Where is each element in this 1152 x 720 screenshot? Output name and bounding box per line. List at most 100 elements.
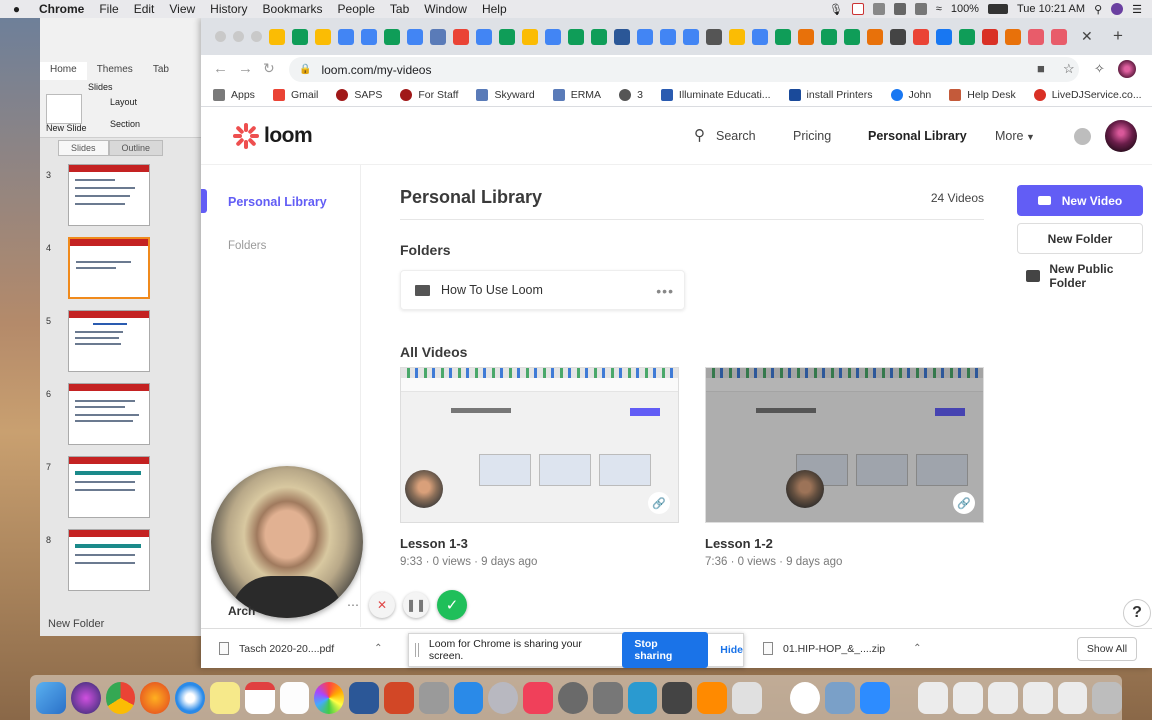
chrome-dock-icon[interactable] [105, 681, 136, 714]
ppt-tab-themes[interactable]: Themes [87, 62, 143, 80]
profile-avatar[interactable] [1105, 120, 1137, 152]
preview-icon[interactable] [627, 681, 658, 714]
pinned-tab-favicon[interactable] [844, 29, 860, 45]
help-button[interactable]: ? [1123, 599, 1151, 627]
pinned-tab-favicon[interactable] [292, 29, 308, 45]
image-capture-icon[interactable] [825, 681, 855, 714]
music-icon[interactable] [523, 681, 553, 714]
pinned-tab-favicon[interactable] [453, 29, 469, 45]
chevron-down-icon[interactable]: ▼ [1026, 132, 1035, 142]
spotlight-search-icon[interactable]: ⚲ [1094, 3, 1102, 16]
sidebar-item-folders[interactable]: Folders [228, 240, 266, 252]
vlc-icon[interactable] [697, 681, 727, 714]
video-card[interactable]: 🔗 Lesson 1-2 7:36 · 0 views · 9 days ago [705, 367, 984, 568]
ppt-tab-home[interactable]: Home [40, 62, 87, 80]
video-title[interactable]: Lesson 1-2 [705, 536, 984, 551]
ppt-pane-tab-outline[interactable]: Outline [108, 140, 164, 156]
nav-search[interactable]: Search [716, 129, 756, 143]
new-tab-plus-icon[interactable]: + [1113, 26, 1123, 46]
screen-icon[interactable] [914, 3, 927, 15]
ppt-slide-thumbnail[interactable] [68, 383, 150, 445]
pinned-tab-favicon[interactable] [476, 29, 492, 45]
ppt-slide-item[interactable]: 7 [46, 456, 176, 529]
pinned-tab-favicon[interactable] [338, 29, 354, 45]
tab-close-icon[interactable]: ✕ [1081, 28, 1093, 45]
pinned-tab-favicon[interactable] [821, 29, 837, 45]
new-folder-button[interactable]: New Folder [1017, 223, 1143, 254]
menu-people[interactable]: People [338, 2, 375, 16]
bookmark-gmail[interactable]: Gmail [272, 89, 318, 101]
pinned-tab-favicon[interactable] [867, 29, 883, 45]
ppt-slide-thumbnail[interactable] [68, 456, 150, 518]
notes-icon[interactable] [209, 681, 240, 714]
menu-bookmarks[interactable]: Bookmarks [263, 2, 323, 16]
menu-help[interactable]: Help [482, 2, 507, 16]
pinned-tab-favicon[interactable] [729, 29, 745, 45]
system-preferences-icon[interactable] [557, 681, 588, 714]
ppt-new-slide-button[interactable] [46, 94, 82, 124]
powerpoint-icon[interactable] [383, 681, 414, 714]
utility-icon[interactable] [418, 681, 449, 714]
forward-arrow-icon[interactable]: → [238, 60, 253, 77]
ppt-slide-item[interactable]: 6 [46, 383, 176, 456]
bookmark-saps[interactable]: SAPS [336, 89, 382, 101]
stop-sharing-button[interactable]: Stop sharing [622, 632, 709, 668]
pinned-tab-favicon[interactable] [890, 29, 906, 45]
photos-icon[interactable] [314, 681, 345, 714]
address-bar[interactable]: 🔒 loom.com/my-videos [289, 57, 1079, 82]
nav-more[interactable]: More [995, 129, 1023, 143]
bookmark-erma[interactable]: ERMA [552, 89, 601, 101]
siri-dock-icon[interactable] [70, 681, 101, 714]
recent-file-icon[interactable] [953, 681, 983, 714]
pinned-tab-favicon[interactable] [269, 29, 285, 45]
copy-link-icon[interactable]: 🔗 [953, 492, 975, 514]
pinned-tab-favicon[interactable] [798, 29, 814, 45]
bookmark-3[interactable]: 3 [619, 89, 643, 101]
profile-avatar-small[interactable] [1118, 60, 1136, 78]
chevron-up-icon[interactable]: ⌃ [913, 643, 921, 654]
pinned-tab-favicon[interactable] [959, 29, 975, 45]
notification-center-icon[interactable]: ☰ [1132, 3, 1142, 16]
more-options-icon[interactable]: ⋯ [345, 592, 361, 618]
search-icon[interactable]: ⚲ [694, 126, 705, 144]
pause-recording-icon[interactable]: ❚❚ [403, 592, 429, 618]
pinned-tab-favicon[interactable] [1051, 29, 1067, 45]
pinned-tab-favicon[interactable] [637, 29, 653, 45]
bookmark-john[interactable]: John [890, 89, 931, 101]
pinned-tab-favicon[interactable] [361, 29, 377, 45]
ppt-slide-item[interactable]: 5 [46, 310, 176, 383]
address-bar-url[interactable]: loom.com/my-videos [321, 63, 431, 77]
extensions-puzzle-icon[interactable]: ✧ [1094, 61, 1105, 77]
ppt-tab-tables[interactable]: Tab [143, 62, 179, 80]
pinned-tab-favicon[interactable] [936, 29, 952, 45]
copy-link-icon[interactable]: 🔗 [648, 492, 670, 514]
drag-handle-icon[interactable] [415, 643, 419, 657]
hide-notification-button[interactable]: Hide [720, 644, 743, 656]
pinned-tab-favicon[interactable] [545, 29, 561, 45]
reload-icon[interactable]: ↻ [263, 60, 275, 77]
trash-icon[interactable] [1092, 681, 1123, 714]
video-title[interactable]: Lesson 1-3 [400, 536, 679, 551]
terminal-icon[interactable] [662, 681, 693, 714]
menubar-clock[interactable]: Tue 10:21 AM [1017, 3, 1085, 15]
sidebar-item-personal-library[interactable]: Personal Library [228, 195, 327, 209]
ppt-layout-button[interactable]: Layout [110, 97, 137, 107]
chevron-up-icon[interactable]: ⌃ [374, 643, 382, 654]
video-thumbnail[interactable]: 🔗 [705, 367, 984, 523]
recent-file-icon[interactable] [1022, 681, 1053, 714]
bookmark-skyward[interactable]: Skyward [476, 89, 535, 101]
notifications-bell-icon[interactable] [1074, 128, 1091, 145]
finish-recording-check-icon[interactable]: ✓ [437, 590, 467, 620]
pinned-tab-favicon[interactable] [499, 29, 515, 45]
safari-icon[interactable] [175, 681, 205, 714]
ppt-slide-thumbnail[interactable] [68, 164, 150, 226]
download-item[interactable]: 01.HIP-HOP_&_....zip ⌃ [763, 642, 922, 655]
ppt-slide-item[interactable]: 4 [46, 237, 176, 310]
app-icon[interactable] [731, 681, 762, 714]
pinned-tab-favicon[interactable] [591, 29, 607, 45]
finder-icon[interactable] [36, 681, 66, 714]
pinned-tab-favicon[interactable] [660, 29, 676, 45]
launchpad-icon[interactable] [488, 681, 519, 714]
loom-webcam-bubble[interactable] [211, 466, 363, 618]
calendar-icon[interactable] [244, 681, 275, 714]
